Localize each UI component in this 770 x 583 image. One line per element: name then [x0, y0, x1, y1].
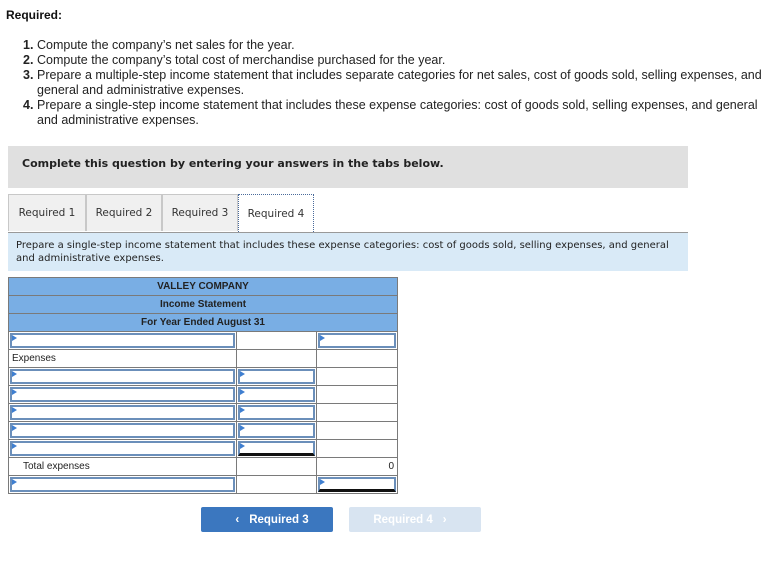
task-description-panel: Prepare a single-step income statement t…	[8, 233, 688, 271]
required-heading: Required:	[6, 8, 63, 22]
expense-amount-input[interactable]	[238, 441, 315, 456]
requirement-number: 3.	[23, 68, 34, 82]
table-row	[8, 421, 399, 440]
income-statement-table: VALLEY COMPANY Income Statement For Year…	[7, 277, 399, 494]
prev-required-3-button[interactable]: ‹ Required 3	[201, 507, 333, 532]
instruction-text: Complete this question by entering your …	[22, 157, 444, 170]
table-row	[8, 403, 399, 422]
net-income-amount-input[interactable]	[318, 477, 397, 492]
net-income-label-input[interactable]	[10, 477, 235, 492]
table-row	[8, 331, 399, 350]
requirement-number: 2.	[23, 53, 34, 67]
requirement-number: 1.	[23, 38, 34, 52]
tab-bar: Required 1 Required 2 Required 3 Require…	[8, 194, 688, 233]
expense-amount-input[interactable]	[238, 405, 315, 420]
table-row	[8, 439, 399, 458]
requirement-text: Compute the company’s total cost of merc…	[37, 53, 446, 67]
chevron-right-icon: ›	[442, 513, 447, 526]
table-row: Total expenses 0	[8, 457, 399, 476]
next-button-label: Required 4	[373, 513, 433, 526]
tab-required-2[interactable]: Required 2	[86, 194, 162, 231]
total-expenses-value: 0	[315, 457, 399, 476]
expenses-label: Expenses	[8, 349, 237, 368]
requirement-item: 3. Prepare a multiple-step income statem…	[23, 68, 763, 98]
statement-title: Income Statement	[7, 295, 399, 314]
requirement-text: Prepare a single-step income statement t…	[37, 98, 758, 127]
table-row	[8, 385, 399, 404]
revenue-amount-input[interactable]	[318, 333, 397, 348]
prev-button-label: Required 3	[249, 513, 309, 526]
requirement-item: 2. Compute the company’s total cost of m…	[23, 53, 763, 68]
total-expenses-label: Total expenses	[8, 457, 237, 476]
expense-label-input[interactable]	[10, 423, 235, 438]
table-row	[8, 367, 399, 386]
expense-label-input[interactable]	[10, 405, 235, 420]
tab-required-1[interactable]: Required 1	[8, 194, 86, 231]
tab-required-3[interactable]: Required 3	[162, 194, 238, 231]
task-description: Prepare a single-step income statement t…	[16, 240, 669, 264]
requirement-number: 4.	[23, 98, 34, 112]
company-name: VALLEY COMPANY	[7, 277, 399, 296]
next-required-4-button: Required 4 ›	[349, 507, 481, 532]
revenue-label-input[interactable]	[10, 333, 235, 348]
expense-amount-input[interactable]	[238, 423, 315, 438]
expense-amount-input[interactable]	[238, 369, 315, 384]
chevron-left-icon: ‹	[235, 513, 240, 526]
table-row	[8, 475, 399, 494]
requirement-item: 4. Prepare a single-step income statemen…	[23, 98, 763, 128]
expense-label-input[interactable]	[10, 369, 235, 384]
table-row: Expenses	[8, 349, 399, 368]
statement-period: For Year Ended August 31	[7, 313, 399, 332]
expense-amount-input[interactable]	[238, 387, 315, 402]
expense-label-input[interactable]	[10, 441, 235, 456]
requirement-item: 1. Compute the company’s net sales for t…	[23, 38, 763, 53]
tab-required-4[interactable]: Required 4	[238, 194, 314, 232]
requirement-text: Compute the company’s net sales for the …	[37, 38, 295, 52]
instruction-banner: Complete this question by entering your …	[8, 146, 688, 188]
expense-label-input[interactable]	[10, 387, 235, 402]
requirements-list: 1. Compute the company’s net sales for t…	[23, 38, 763, 128]
requirement-text: Prepare a multiple-step income statement…	[37, 68, 762, 97]
